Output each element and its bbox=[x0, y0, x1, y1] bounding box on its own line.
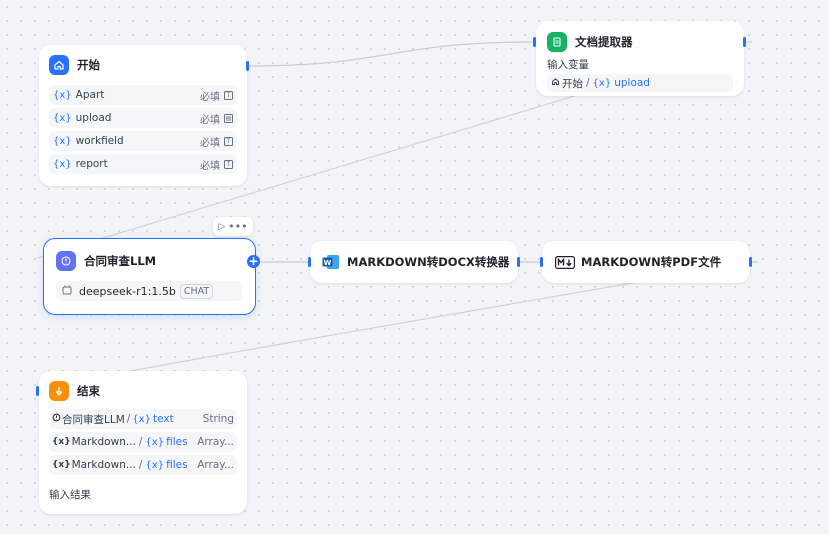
more-icon[interactable]: ••• bbox=[228, 221, 247, 232]
variable-name: Apart bbox=[75, 89, 105, 101]
input-variable-label: 输入变量 bbox=[547, 59, 589, 71]
llm-node-title: 合同审查LLM bbox=[84, 254, 157, 268]
model-name: deepseek-r1:1.5b bbox=[79, 284, 176, 298]
md2pdf-node[interactable]: MARKDOWN转PDF文件 bbox=[542, 241, 750, 283]
doc-extractor-input-handle[interactable] bbox=[533, 37, 536, 47]
variable-icon: {x} bbox=[132, 413, 151, 425]
output-row[interactable]: 合同审查LLM / {x} text String bbox=[49, 409, 237, 429]
start-node[interactable]: 开始 {x} Apart 必填 T {x} upload 必填 ▤ {x} wo… bbox=[39, 45, 247, 186]
variable-name: upload bbox=[75, 112, 112, 124]
add-node-button[interactable]: + bbox=[247, 255, 260, 268]
model-selector[interactable]: deepseek-r1:1.5b CHAT bbox=[56, 281, 242, 301]
model-icon bbox=[62, 284, 72, 298]
variable-icon: {x} bbox=[145, 459, 165, 471]
variable-icon: {x} bbox=[592, 77, 612, 89]
start-var-row[interactable]: {x} report 必填 T bbox=[49, 154, 237, 174]
end-icon bbox=[49, 381, 69, 401]
md2pdf-title: MARKDOWN转PDF文件 bbox=[581, 255, 722, 269]
node-toolbar: ▷ ••• bbox=[213, 217, 253, 236]
doc-extractor-title: 文档提取器 bbox=[575, 35, 633, 49]
required-label: 必填 bbox=[200, 137, 220, 149]
start-var-row[interactable]: {x} Apart 必填 T bbox=[49, 85, 237, 105]
llm-source-icon bbox=[52, 413, 61, 425]
word-icon: W bbox=[320, 252, 342, 272]
variable-icon: {x} bbox=[53, 135, 72, 147]
end-node[interactable]: 结束 合同审查LLM / {x} text String {x} Markdow… bbox=[39, 371, 247, 514]
required-label: 必填 bbox=[200, 160, 220, 172]
doc-extractor-node[interactable]: 文档提取器 输入变量 开始 / {x} upload bbox=[536, 21, 744, 96]
end-input-handle[interactable] bbox=[36, 386, 39, 396]
end-node-header: 结束 bbox=[49, 381, 237, 401]
run-icon[interactable]: ▷ bbox=[218, 222, 225, 232]
output-row[interactable]: {x} Markdown... / {x} files Array... bbox=[49, 432, 237, 452]
output-row[interactable]: {x} Markdown... / {x} files Array... bbox=[49, 455, 237, 475]
code-source-icon: {x} bbox=[52, 460, 71, 470]
output-source: Markdown... bbox=[71, 459, 136, 471]
separator: / bbox=[138, 436, 143, 448]
output-type: Array... bbox=[197, 436, 234, 448]
md2docx-output-handle[interactable] bbox=[517, 257, 520, 267]
output-type: String bbox=[202, 413, 234, 425]
document-icon bbox=[547, 32, 567, 52]
start-var-row[interactable]: {x} upload 必填 ▤ bbox=[49, 108, 237, 128]
separator: / bbox=[126, 413, 131, 425]
md2docx-title: MARKDOWN转DOCX转换器 bbox=[347, 255, 510, 269]
separator: / bbox=[586, 77, 590, 89]
output-variable: files bbox=[166, 436, 188, 448]
variable-name: workfield bbox=[75, 135, 124, 147]
required-label: 必填 bbox=[200, 91, 220, 103]
end-node-title: 结束 bbox=[77, 384, 100, 398]
md2docx-input-handle[interactable] bbox=[308, 257, 311, 267]
output-variable: text bbox=[152, 413, 174, 425]
output-type: Array... bbox=[197, 459, 234, 471]
llm-node-header: 合同审查LLM bbox=[56, 251, 243, 271]
llm-node[interactable]: 合同审查LLM deepseek-r1:1.5b CHAT bbox=[43, 238, 256, 315]
home-icon bbox=[551, 77, 560, 89]
svg-text:W: W bbox=[324, 259, 332, 267]
text-type-icon: T bbox=[224, 159, 233, 169]
required-label: 必填 bbox=[200, 114, 220, 126]
mode-badge: CHAT bbox=[179, 283, 214, 299]
end-footer-label: 输入结果 bbox=[49, 489, 91, 501]
doc-extractor-header: 文档提取器 bbox=[547, 32, 733, 52]
variable-icon: {x} bbox=[53, 158, 72, 170]
output-source: Markdown... bbox=[71, 436, 136, 448]
input-variable-row[interactable]: 开始 / {x} upload bbox=[547, 74, 733, 92]
md2docx-node[interactable]: W MARKDOWN转DOCX转换器 bbox=[310, 241, 518, 283]
variable-icon: {x} bbox=[53, 89, 72, 101]
code-source-icon: {x} bbox=[52, 437, 71, 447]
output-source: 合同审查LLM bbox=[62, 413, 125, 426]
md2pdf-header: MARKDOWN转PDF文件 bbox=[554, 252, 738, 272]
text-type-icon: T bbox=[224, 136, 233, 146]
input-variable-name: upload bbox=[614, 77, 650, 89]
file-type-icon: ▤ bbox=[224, 113, 233, 123]
text-type-icon: T bbox=[224, 90, 233, 100]
home-icon bbox=[49, 55, 69, 75]
doc-extractor-output-handle[interactable] bbox=[743, 37, 746, 47]
start-var-row[interactable]: {x} workfield 必填 T bbox=[49, 131, 237, 151]
output-variable: files bbox=[166, 459, 188, 471]
md2pdf-input-handle[interactable] bbox=[540, 257, 543, 267]
md2pdf-output-handle[interactable] bbox=[749, 257, 752, 267]
start-node-header: 开始 bbox=[49, 55, 237, 75]
start-node-title: 开始 bbox=[77, 58, 100, 72]
variable-icon: {x} bbox=[145, 436, 165, 448]
start-output-handle[interactable] bbox=[246, 61, 249, 71]
variable-icon: {x} bbox=[53, 112, 72, 124]
markdown-icon bbox=[554, 252, 576, 272]
variable-name: report bbox=[75, 158, 108, 170]
md2docx-header: W MARKDOWN转DOCX转换器 bbox=[320, 252, 510, 272]
llm-icon bbox=[56, 251, 76, 271]
input-source-name: 开始 bbox=[562, 77, 583, 90]
separator: / bbox=[138, 459, 143, 471]
